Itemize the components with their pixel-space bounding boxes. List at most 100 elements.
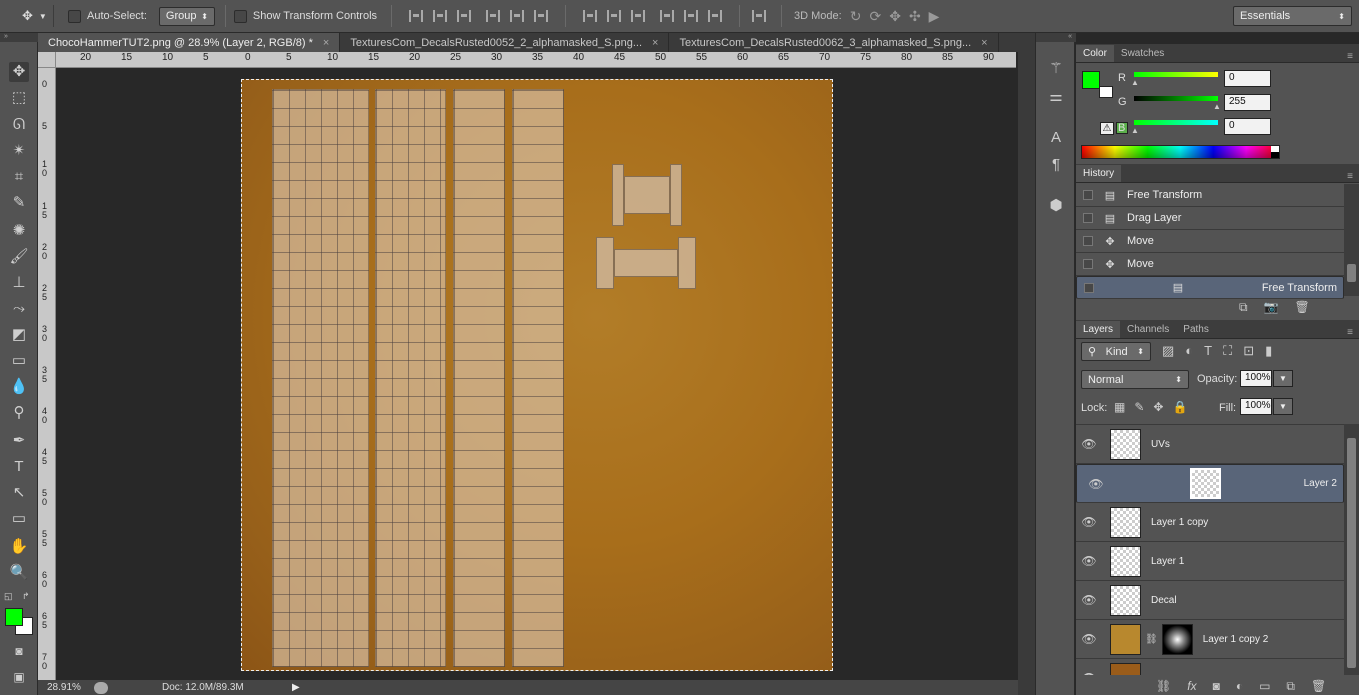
align-hcenter-icon[interactable] bbox=[510, 10, 525, 22]
ruler-corner[interactable] bbox=[38, 52, 56, 68]
filter-pixel-icon[interactable]: ▨ bbox=[1162, 343, 1174, 359]
warning-icon[interactable]: ⚠ bbox=[1100, 122, 1114, 135]
tab-color[interactable]: Color bbox=[1076, 45, 1114, 62]
tab-history[interactable]: History bbox=[1076, 165, 1122, 182]
opacity-dropdown-icon[interactable]: ▼ bbox=[1273, 370, 1293, 387]
history-item[interactable]: ▤ Drag Layer bbox=[1076, 207, 1344, 230]
show-transform-controls-checkbox[interactable] bbox=[233, 9, 247, 23]
3d-pan-icon[interactable]: ✥ bbox=[889, 8, 901, 25]
blur-tool-icon[interactable]: 💧 bbox=[9, 377, 29, 397]
layer-row[interactable]: 👁 UVs bbox=[1076, 425, 1344, 464]
crop-tool-icon[interactable]: ⌗ bbox=[9, 167, 29, 187]
auto-align-icon[interactable] bbox=[752, 10, 767, 22]
ruler-left[interactable]: 0 5 1 0 1 5 2 0 2 5 3 0 3 5 4 0 4 5 5 0 … bbox=[38, 68, 56, 680]
scrollbar[interactable] bbox=[1344, 184, 1359, 296]
tab-paths[interactable]: Paths bbox=[1176, 321, 1216, 338]
paragraph-icon[interactable]: ¶ bbox=[1046, 155, 1066, 175]
adjustments-icon[interactable]: ⚌ bbox=[1046, 87, 1066, 107]
new-layer-icon[interactable]: ⧉ bbox=[1286, 679, 1295, 694]
new-adjustment-layer-icon[interactable]: ◐ bbox=[1236, 679, 1243, 693]
zoom-tool-icon[interactable]: 🔍 bbox=[9, 563, 29, 583]
layer-row[interactable]: 👁 Layer 2 bbox=[1076, 464, 1344, 503]
align-right-icon[interactable] bbox=[534, 10, 549, 22]
visibility-eye-icon[interactable]: 👁 bbox=[1076, 554, 1102, 568]
slider-thumb-icon[interactable]: ▲ bbox=[1131, 126, 1139, 135]
workspace-dropdown[interactable]: Essentials ⬍ bbox=[1233, 6, 1352, 26]
document-tab[interactable]: ChocoHammerTUT2.png @ 28.9% (Layer 2, RG… bbox=[38, 33, 341, 52]
close-icon[interactable]: × bbox=[981, 37, 987, 49]
3d-scale-icon[interactable]: ▶ bbox=[929, 8, 940, 25]
fill-dropdown-icon[interactable]: ▼ bbox=[1273, 398, 1293, 415]
brushes-icon[interactable]: ⚚ bbox=[1046, 59, 1066, 79]
pen-tool-icon[interactable]: ✒ bbox=[9, 431, 29, 451]
align-top-icon[interactable] bbox=[409, 10, 424, 22]
filter-toggle-icon[interactable]: ▮ bbox=[1265, 343, 1272, 359]
history-item[interactable]: ✥ Move bbox=[1076, 230, 1344, 253]
scrollbar[interactable] bbox=[1344, 424, 1359, 675]
clone-stamp-tool-icon[interactable]: ⊥ bbox=[9, 273, 29, 293]
panel-menu-icon[interactable]: ≡ bbox=[1347, 51, 1353, 62]
default-colors-icon[interactable]: ◱ bbox=[4, 591, 13, 602]
color-spectrum-bar[interactable] bbox=[1081, 145, 1280, 159]
filter-adjustment-icon[interactable]: ◐ bbox=[1185, 343, 1193, 359]
new-snapshot-icon[interactable]: 📷 bbox=[1264, 300, 1279, 315]
screen-mode-icon[interactable]: ▣ bbox=[9, 667, 29, 687]
distribute-bottom-icon[interactable] bbox=[631, 10, 646, 22]
slider-thumb-icon[interactable]: ▲ bbox=[1131, 78, 1139, 87]
lock-all-icon[interactable]: 🔒 bbox=[1172, 400, 1187, 414]
align-bottom-icon[interactable] bbox=[457, 10, 472, 22]
delete-icon[interactable]: 🗑 bbox=[1295, 300, 1310, 315]
history-source-checkbox[interactable] bbox=[1083, 190, 1093, 200]
marquee-tool-icon[interactable]: ⬚ bbox=[9, 88, 29, 108]
close-icon[interactable]: × bbox=[323, 37, 329, 49]
eyedropper-tool-icon[interactable]: ✎ bbox=[9, 193, 29, 213]
status-menu-icon[interactable]: ▶ bbox=[292, 682, 300, 693]
history-item[interactable]: ▤ Free Transform bbox=[1076, 184, 1344, 207]
tab-layers[interactable]: Layers bbox=[1076, 321, 1121, 338]
panel-menu-icon[interactable]: ≡ bbox=[1347, 171, 1353, 182]
collapse-icon[interactable]: » bbox=[0, 33, 38, 42]
lock-position-icon[interactable]: ✥ bbox=[1153, 400, 1163, 414]
layer-filter-dropdown[interactable]: ⚲ Kind ⬍ bbox=[1081, 342, 1151, 361]
slider-thumb-icon[interactable]: ▲ bbox=[1213, 102, 1221, 111]
b-value-field[interactable]: 0 bbox=[1224, 118, 1271, 135]
distribute-left-icon[interactable] bbox=[660, 10, 675, 22]
fill-field[interactable]: 100% bbox=[1240, 398, 1272, 415]
document-tab[interactable]: TexturesCom_DecalsRusted0052_2_alphamask… bbox=[340, 33, 670, 52]
g-slider[interactable] bbox=[1134, 96, 1218, 101]
tool-preset-picker[interactable]: ✥ ▼ bbox=[0, 5, 54, 27]
g-value-field[interactable]: 255 bbox=[1224, 94, 1271, 111]
3d-rotate-icon[interactable]: ↻ bbox=[850, 8, 862, 25]
distribute-hcenter-icon[interactable] bbox=[684, 10, 699, 22]
history-source-checkbox[interactable] bbox=[1083, 259, 1093, 269]
3d-cube-icon[interactable]: ⬢ bbox=[1046, 196, 1066, 216]
layer-row[interactable]: 👁 bbox=[1076, 659, 1344, 675]
distribute-right-icon[interactable] bbox=[708, 10, 723, 22]
distribute-top-icon[interactable] bbox=[583, 10, 598, 22]
layer-row[interactable]: 👁 Layer 1 copy bbox=[1076, 503, 1344, 542]
background-color-swatch[interactable] bbox=[1099, 86, 1113, 98]
new-group-icon[interactable]: ▭ bbox=[1259, 679, 1270, 693]
align-vcenter-icon[interactable] bbox=[433, 10, 448, 22]
move-tool-icon[interactable]: ✥ bbox=[9, 62, 29, 82]
visibility-eye-icon[interactable]: 👁 bbox=[1083, 477, 1109, 491]
path-selection-tool-icon[interactable]: ↖ bbox=[9, 483, 29, 503]
hand-tool-icon[interactable]: ✋ bbox=[9, 537, 29, 557]
brush-tool-icon[interactable]: 🖌 bbox=[9, 247, 29, 267]
healing-brush-tool-icon[interactable]: ✺ bbox=[9, 221, 29, 241]
collapse-icon[interactable]: « bbox=[1036, 33, 1076, 42]
close-icon[interactable]: × bbox=[652, 37, 658, 49]
filter-shape-icon[interactable]: ⛶ bbox=[1223, 343, 1232, 359]
swap-colors-icon[interactable]: ↱ bbox=[22, 591, 30, 602]
rectangle-tool-icon[interactable]: ▭ bbox=[9, 509, 29, 529]
delete-layer-icon[interactable]: 🗑 bbox=[1311, 679, 1326, 693]
opacity-field[interactable]: 100% bbox=[1240, 370, 1272, 387]
layer-mask-thumbnail[interactable] bbox=[1161, 623, 1193, 655]
character-icon[interactable]: A bbox=[1046, 128, 1066, 148]
history-brush-tool-icon[interactable]: ⤳ bbox=[9, 299, 29, 319]
visibility-eye-icon[interactable]: 👁 bbox=[1076, 632, 1102, 646]
visibility-eye-icon[interactable]: 👁 bbox=[1076, 515, 1102, 529]
history-source-checkbox[interactable] bbox=[1084, 282, 1094, 293]
visibility-eye-icon[interactable]: 👁 bbox=[1076, 437, 1102, 451]
filter-smart-object-icon[interactable]: ⊡ bbox=[1243, 343, 1254, 359]
